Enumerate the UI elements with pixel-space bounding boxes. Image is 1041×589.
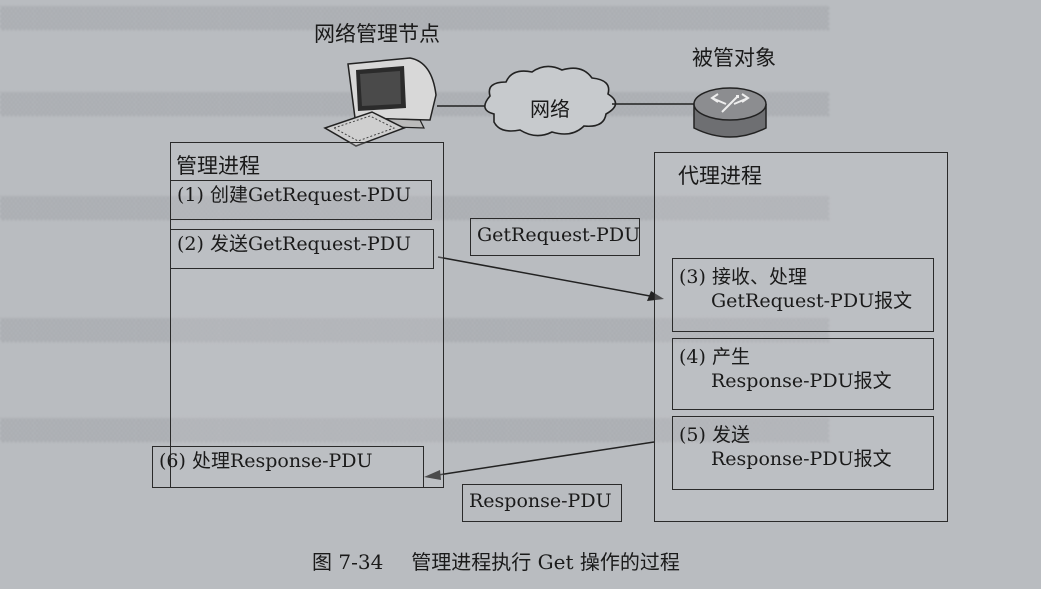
agent-process-title: 代理进程 [678,164,762,188]
computer-icon [323,57,437,147]
step-text: (1) 创建GetRequest-PDU [177,184,412,206]
request-arrow [437,256,664,301]
step-number-text: (3) 接收、处理 [679,266,807,288]
network-label: 网络 [530,97,570,121]
step-detail-text: GetRequest-PDU报文 [711,290,913,312]
step-number-text: (5) 发送 [679,424,750,446]
manager-step-2: (2) 发送GetRequest-PDU [170,229,434,269]
figure-caption: 图 7-34 管理进程执行 Get 操作的过程 [312,546,680,575]
step-detail-text: Response-PDU报文 [711,448,892,470]
manager-step-1: (1) 创建GetRequest-PDU [170,180,432,220]
figure-title: 管理进程执行 Get 操作的过程 [411,550,680,574]
managed-object-label: 被管对象 [692,46,776,70]
message-text: GetRequest-PDU [477,224,641,246]
manager-node-label: 网络管理节点 [314,22,440,46]
request-message-label: GetRequest-PDU [470,218,640,256]
response-arrow [424,441,655,480]
step-text: (2) 发送GetRequest-PDU [177,233,412,255]
step-text: (6) 处理Response-PDU [159,450,373,472]
message-text: Response-PDU [469,490,612,512]
figure-number: 图 7-34 [312,550,384,574]
manager-step-6: (6) 处理Response-PDU [152,446,424,488]
step-detail-text: Response-PDU报文 [711,370,892,392]
agent-step-3: (3) 接收、处理 GetRequest-PDU报文 [672,258,934,332]
manager-process-title: 管理进程 [176,154,260,178]
response-message-label: Response-PDU [462,484,622,522]
step-number-text: (4) 产生 [679,346,750,368]
router-icon [693,87,767,138]
agent-step-4: (4) 产生 Response-PDU报文 [672,338,934,410]
agent-step-5: (5) 发送 Response-PDU报文 [672,416,934,490]
